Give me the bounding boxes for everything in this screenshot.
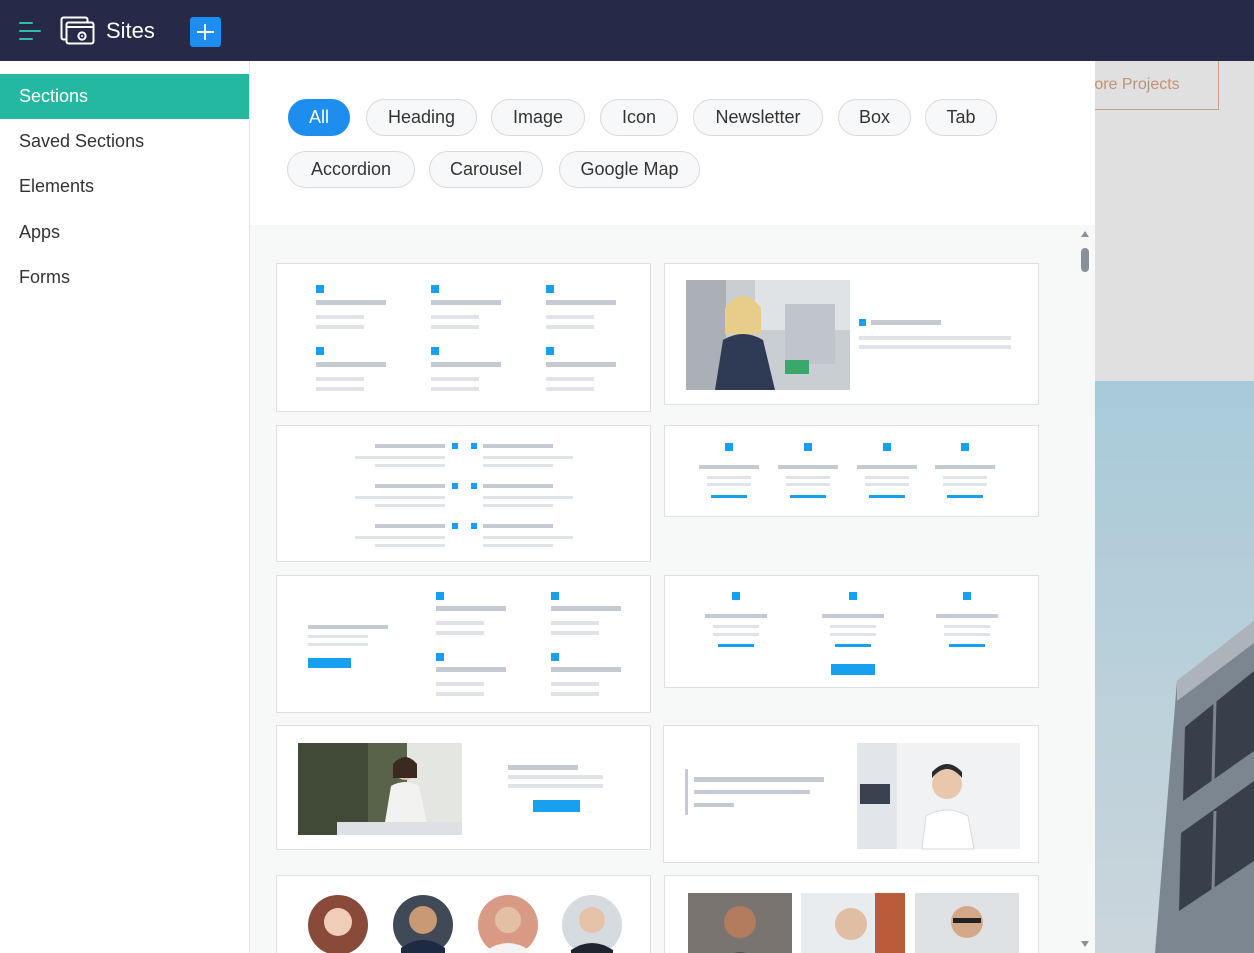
sites-logo-icon [60, 14, 96, 46]
template-card-photo-with-cta[interactable] [276, 725, 651, 850]
top-bar: Sites [0, 0, 1254, 61]
filter-chip-all[interactable]: All [288, 99, 350, 136]
filter-chip-box[interactable]: Box [838, 99, 911, 136]
filter-chip-icon[interactable]: Icon [600, 99, 678, 136]
app-title: Sites [106, 18, 155, 43]
template-card-features-3-columns-cta[interactable] [664, 575, 1039, 688]
scroll-up-arrow-icon[interactable] [1081, 231, 1089, 237]
filter-chip-google-map[interactable]: Google Map [559, 151, 700, 188]
add-button[interactable] [190, 17, 221, 47]
sidebar: Sections Saved Sections Elements Apps Fo… [0, 61, 250, 953]
template-card-team-avatars[interactable] [276, 875, 651, 953]
scroll-down-arrow-icon[interactable] [1081, 941, 1089, 947]
sidebar-item-elements[interactable]: Elements [0, 164, 249, 209]
template-card-team-photos[interactable] [664, 875, 1039, 953]
website-preview: ore Projects [1095, 61, 1254, 953]
template-card-features-4-columns[interactable] [664, 425, 1039, 517]
filter-chip-newsletter[interactable]: Newsletter [693, 99, 823, 136]
filter-chip-carousel[interactable]: Carousel [429, 151, 543, 188]
template-card-text-cta-with-features[interactable] [276, 575, 651, 713]
sidebar-item-saved-sections[interactable]: Saved Sections [0, 119, 249, 164]
template-card-center-icon-list[interactable] [276, 425, 651, 562]
gallery-scrollbar[interactable] [1078, 231, 1092, 953]
filter-chip-tab[interactable]: Tab [925, 99, 997, 136]
preview-overlay [1095, 61, 1254, 953]
hamburger-icon[interactable] [19, 22, 41, 40]
sidebar-item-apps[interactable]: Apps [0, 210, 249, 255]
sections-panel: All Heading Image Icon Newsletter Box Ta… [250, 61, 1095, 953]
filter-chip-image[interactable]: Image [491, 99, 585, 136]
filter-chip-heading[interactable]: Heading [366, 99, 477, 136]
template-card-image-with-text[interactable] [664, 263, 1039, 405]
section-template-gallery [250, 225, 1095, 953]
filter-chip-accordion[interactable]: Accordion [287, 151, 415, 188]
template-card-features-grid-6[interactable] [276, 263, 651, 412]
sidebar-item-sections[interactable]: Sections [0, 74, 249, 119]
sidebar-item-forms[interactable]: Forms [0, 255, 249, 300]
template-card-text-with-photo[interactable] [663, 725, 1039, 863]
scroll-thumb[interactable] [1081, 248, 1089, 272]
